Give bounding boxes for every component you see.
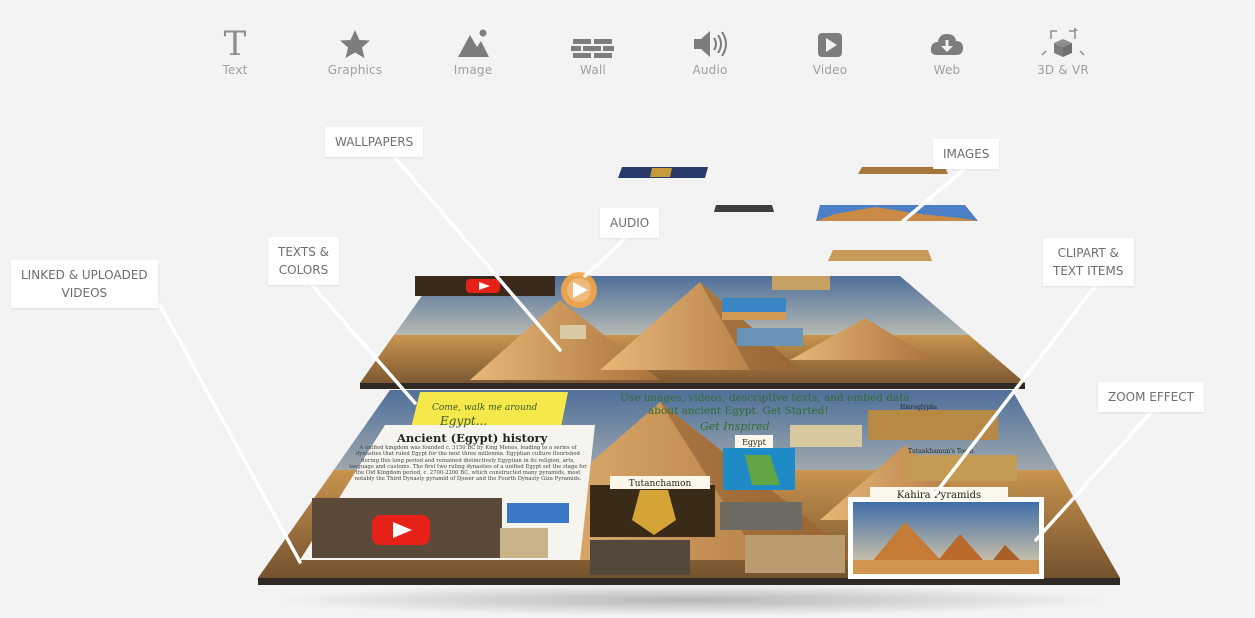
label-tut-text: Tutanchamon	[629, 479, 692, 489]
sticky-text-2: Egypt...	[439, 414, 487, 428]
callout-wallpapers-text: WALLPAPERS	[335, 135, 414, 149]
board-headline-2: about ancient Egypt. Get Started!	[648, 405, 829, 417]
callout-zoom: ZOOM EFFECT	[1098, 382, 1204, 412]
callout-clipart-line1: CLIPART &	[1057, 246, 1119, 260]
callout-linked-videos: LINKED & UPLOADED VIDEOS	[11, 260, 158, 308]
stage: T Text Graphics Image Wall Audio Video W…	[0, 0, 1255, 618]
pointer-audio	[583, 231, 633, 278]
callout-linked-line2: VIDEOS	[61, 286, 108, 300]
callout-images-text: IMAGES	[943, 147, 990, 161]
callout-audio: AUDIO	[600, 208, 660, 238]
board-handwriting: Get Inspired	[700, 420, 770, 433]
callout-clipart: CLIPART & TEXT ITEMS	[1043, 238, 1134, 286]
papyrus-thumbnail	[500, 528, 548, 558]
board-shadow	[270, 584, 1110, 616]
label-egypt-text: Egypt	[742, 438, 767, 447]
label-small-1: Hieroglyphs	[900, 404, 937, 411]
ruins-image	[720, 502, 802, 530]
callout-zoom-text: ZOOM EFFECT	[1108, 390, 1194, 404]
callout-wallpapers: WALLPAPERS	[325, 127, 424, 157]
mid-image-2	[737, 328, 803, 346]
callout-clipart-line2: TEXT ITEMS	[1053, 264, 1124, 278]
layer-illustration: Use images, videos, descriptive texts, a…	[158, 150, 1157, 616]
sticky-text-1: Come, walk me around	[432, 403, 538, 413]
pointer-videos	[158, 303, 302, 564]
float-image-papyrus	[828, 250, 932, 261]
floating-images	[618, 167, 978, 261]
callout-texts-line2: COLORS	[278, 263, 329, 277]
mid-image-3	[772, 276, 830, 290]
callout-linked-line1: LINKED & UPLOADED	[21, 268, 148, 282]
article-body-box: A unified kingdom was founded c. 3150 BC…	[349, 445, 587, 483]
hieroglyph-small-image	[790, 425, 862, 447]
middle-board	[360, 272, 1025, 389]
sphinx-image	[745, 535, 845, 573]
coins-image	[590, 540, 690, 575]
callout-audio-text: AUDIO	[610, 216, 650, 230]
callout-images: IMAGES	[933, 139, 1000, 169]
board-headline-1: Use images, videos, descriptive texts, a…	[620, 392, 910, 404]
article-title: Ancient (Egypt) history	[396, 431, 548, 445]
article-body: A unified kingdom was founded c. 3150 BC…	[349, 445, 587, 483]
float-image-ruins	[714, 205, 774, 212]
map-thumbnail	[507, 503, 569, 523]
callout-texts-colors: TEXTS & COLORS	[268, 237, 340, 285]
callout-texts-line1: TEXTS &	[278, 245, 330, 259]
